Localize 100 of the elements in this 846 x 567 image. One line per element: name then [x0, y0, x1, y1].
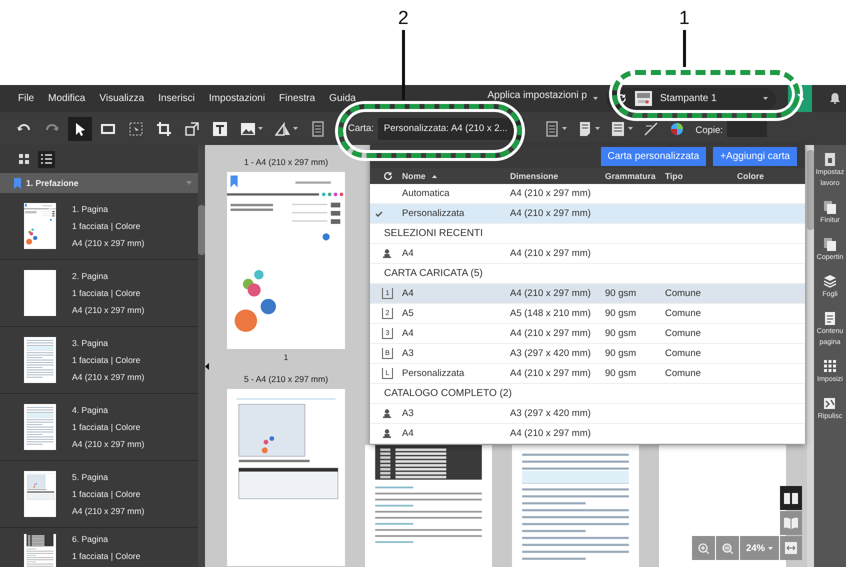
- zoom-out-button[interactable]: [716, 536, 739, 560]
- column-header[interactable]: Tipo: [665, 171, 737, 181]
- column-header[interactable]: Grammatura: [605, 171, 665, 181]
- sort-ascending-icon: [432, 174, 437, 178]
- image-icon: [240, 120, 256, 136]
- paper-type: Comune: [665, 328, 702, 339]
- two-pages-icon: [784, 492, 798, 504]
- column-header[interactable]: Nome: [402, 171, 510, 181]
- menu-item[interactable]: Modifica: [48, 93, 86, 104]
- caret-icon: [562, 127, 568, 130]
- page-title: 5. Pagina: [72, 472, 109, 482]
- paper-row[interactable]: A4 A4 (210 x 297 mm): [370, 244, 805, 264]
- zoom-in-button[interactable]: [692, 536, 715, 560]
- paper-label: Carta:: [348, 123, 374, 134]
- grid-icon: [824, 360, 836, 373]
- paper-name: A3: [402, 408, 415, 419]
- bell-icon[interactable]: [830, 93, 840, 104]
- menu-item[interactable]: Visualizza: [99, 93, 144, 104]
- paper-name: Personalizzata: [402, 208, 466, 219]
- slash-icon: [643, 120, 660, 136]
- page-title: 6. Pagina: [72, 534, 109, 544]
- paper-size: A4 (210 x 297 mm): [510, 288, 592, 299]
- page-thumbnail: [24, 337, 56, 383]
- pointer-tool[interactable]: [68, 116, 92, 140]
- person-icon: [383, 409, 391, 418]
- page-caption: 1 - A4 (210 x 297 mm): [244, 157, 328, 167]
- page-list-item[interactable]: 5. Pagina 1 facciata | Colore A4 (210 x 297 mm): [0, 461, 198, 528]
- page-list-item[interactable]: 2. Pagina 1 facciata | Colore A4 (210 x 297 mm): [0, 260, 198, 327]
- copies-field[interactable]: [726, 120, 767, 136]
- menu-item[interactable]: Inserisci: [158, 93, 195, 104]
- paper-row[interactable]: Personalizzata A4 (210 x 297 mm): [370, 204, 805, 224]
- cover-pages-icon: [824, 238, 836, 251]
- callout-number: 2: [398, 8, 409, 30]
- printer-selector[interactable]: Stampante 1: [606, 88, 776, 110]
- paper-name: A3: [402, 348, 415, 359]
- paper-size: A4 (210 x 297 mm): [510, 188, 592, 199]
- list-view-button[interactable]: [38, 150, 55, 168]
- printer-icon: [635, 90, 652, 107]
- paper-type: Comune: [665, 308, 702, 319]
- menu-item[interactable]: File: [18, 93, 34, 104]
- paper-type: Comune: [665, 288, 702, 299]
- paper-row[interactable]: A4 A4 (210 x 297 mm): [370, 424, 805, 444]
- page-thumbnail: [24, 203, 56, 249]
- list-icon: [41, 154, 52, 164]
- paper-row[interactable]: A3 A3 (297 x 420 mm): [370, 404, 805, 424]
- two-page-view-button[interactable]: [780, 486, 802, 510]
- refresh-icon[interactable]: [383, 171, 393, 181]
- page-list-item[interactable]: 3. Pagina 1 facciata | Colore A4 (210 x 297 mm): [0, 327, 198, 394]
- page-info: 1 facciata | Colore: [72, 288, 142, 298]
- paper-name: Automatica: [402, 188, 451, 199]
- menu-item[interactable]: Finestra: [279, 93, 316, 104]
- page-info: 1 facciata | Colore: [72, 551, 140, 561]
- paper-size: A4 (210 x 297 mm): [510, 208, 592, 219]
- page-list-item[interactable]: 6. Pagina 1 facciata | Colore: [0, 528, 198, 567]
- finishing-icon: [824, 201, 836, 214]
- page-list-item[interactable]: 1. Pagina 1 facciata | Colore A4 (210 x 297 mm): [0, 193, 198, 260]
- menu-item[interactable]: Impostazioni: [208, 93, 266, 104]
- paper-action-button[interactable]: +Aggiungi carta: [713, 147, 797, 166]
- person-icon: [383, 429, 391, 438]
- caret-icon: [593, 97, 598, 100]
- section-title: 1. Prefazione: [26, 178, 78, 188]
- paper-dropdown[interactable]: Personalizzata: A4 (210 x 2...: [378, 118, 524, 140]
- section-heading: SELEZIONI RECENTI: [383, 228, 483, 239]
- caret-icon: [186, 181, 192, 185]
- crop-icon: [156, 120, 172, 136]
- paper-action-button[interactable]: Carta personalizzata: [600, 147, 706, 166]
- page-number: 1: [284, 353, 288, 362]
- page-icon: [544, 120, 560, 136]
- paper-size: A4 (210 x 297 mm): [510, 248, 592, 259]
- caret-icon: [595, 127, 600, 130]
- paper-name: A4: [402, 428, 415, 439]
- triangle-icon: [275, 120, 291, 136]
- page-info: 1 facciata | Colore: [72, 489, 142, 499]
- collapse-arrow-icon[interactable]: [205, 363, 209, 370]
- caret-icon: [763, 97, 768, 100]
- job-settings-icon: [824, 153, 836, 166]
- dotted-frame-icon: [128, 120, 144, 136]
- paper-size: A4 (210 x 297 mm): [510, 328, 592, 339]
- resize-icon: [184, 120, 200, 136]
- caret-icon: [628, 127, 634, 130]
- paper-weight: 90 gsm: [605, 288, 638, 299]
- page-list-item[interactable]: 4. Pagina 1 facciata | Colore A4 (210 x 297 mm): [0, 394, 198, 461]
- column-header[interactable]: Colore: [737, 171, 764, 181]
- paper-size: A3 (297 x 420 mm): [510, 408, 592, 419]
- column-header[interactable]: Dimensione: [510, 171, 605, 181]
- page-title: 2. Pagina: [72, 271, 109, 281]
- section-header[interactable]: 1. Prefazione: [0, 173, 198, 193]
- scrollbar-thumb[interactable]: [198, 205, 205, 255]
- fit-width-icon: [785, 542, 797, 554]
- apply-settings-label: Applica impostazioni p: [488, 89, 587, 101]
- paper-name: A4: [402, 248, 415, 259]
- document-icon: [610, 120, 626, 136]
- page-info: A4 (210 x 297 mm): [72, 372, 144, 382]
- page-info: A4 (210 x 297 mm): [72, 439, 144, 449]
- zoom-out-icon: [722, 542, 733, 554]
- caret-icon: [293, 127, 298, 130]
- fit-width-button[interactable]: [780, 536, 802, 560]
- menu-item[interactable]: Guida: [329, 93, 356, 104]
- scrollbar-thumb[interactable]: [807, 150, 814, 230]
- page-caption: 5 - A4 (210 x 297 mm): [244, 374, 328, 384]
